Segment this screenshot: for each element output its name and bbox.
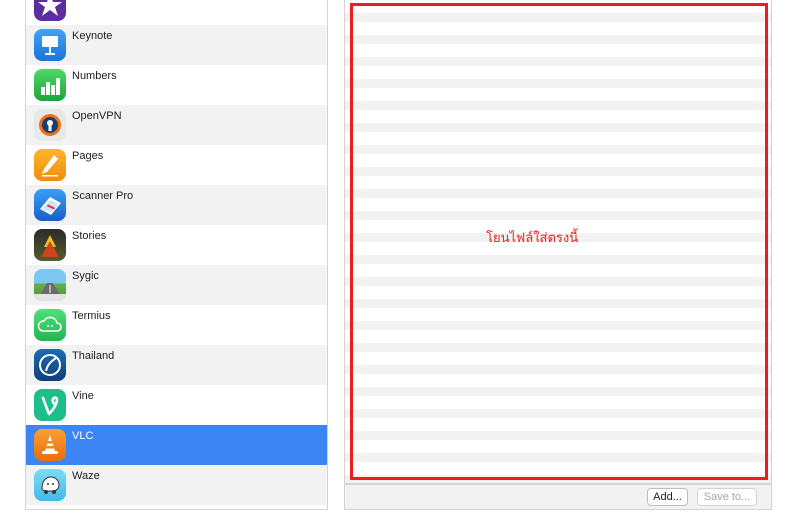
app-row-imovie[interactable]: iMovie	[26, 0, 327, 25]
app-name: Waze	[72, 470, 100, 482]
app-name: OpenVPN	[72, 110, 122, 122]
app-name: Scanner Pro	[72, 190, 134, 202]
app-name: Pages	[72, 150, 104, 162]
app-name: Numbers	[72, 70, 117, 82]
numbers-bars-icon	[34, 69, 66, 101]
vine-icon	[34, 389, 66, 421]
thailand-globe-icon	[34, 349, 66, 381]
pages-pen-icon	[34, 149, 66, 181]
app-row-vlc[interactable]: VLC	[26, 425, 327, 465]
app-name: Keynote	[72, 30, 113, 42]
app-name: iMovie	[72, 0, 104, 2]
keynote-podium-icon	[34, 29, 66, 61]
app-row-sygic[interactable]: Sygic	[26, 265, 327, 305]
app-name: VLC	[72, 430, 94, 442]
app-row-termius[interactable]: Termius	[26, 305, 327, 345]
app-row-thailand[interactable]: Thailand	[26, 345, 327, 385]
app-row-vine[interactable]: Vine	[26, 385, 327, 425]
imovie-star-icon	[34, 0, 66, 21]
app-list: iMovie Keynote Numbers	[25, 0, 328, 510]
app-row-scanner-pro[interactable]: Scanner Pro	[26, 185, 327, 225]
app-name: Vine	[72, 390, 94, 402]
app-row-stories[interactable]: Stories	[26, 225, 327, 265]
app-row-openvpn[interactable]: OpenVPN	[26, 105, 327, 145]
sygic-road-icon	[34, 269, 66, 301]
vlc-cone-icon	[34, 429, 66, 461]
scanner-icon	[34, 189, 66, 221]
waze-icon	[34, 469, 66, 501]
termius-cloud-icon	[34, 309, 66, 341]
save-to-button[interactable]: Save to...	[697, 488, 757, 506]
app-name: Sygic	[72, 270, 99, 282]
app-row-keynote[interactable]: Keynote	[26, 25, 327, 65]
app-name: Thailand	[72, 350, 115, 362]
app-row-waze[interactable]: Waze	[26, 465, 327, 505]
app-row-pages[interactable]: Pages	[26, 145, 327, 185]
app-name: Termius	[72, 310, 111, 322]
add-button[interactable]: Add...	[647, 488, 688, 506]
app-row-numbers[interactable]: Numbers	[26, 65, 327, 105]
drop-hint-label: โยนไฟล์ใส่ตรงนี้	[486, 231, 579, 246]
app-name: Stories	[72, 230, 107, 242]
stories-icon	[34, 229, 66, 261]
openvpn-lock-icon	[34, 109, 66, 141]
